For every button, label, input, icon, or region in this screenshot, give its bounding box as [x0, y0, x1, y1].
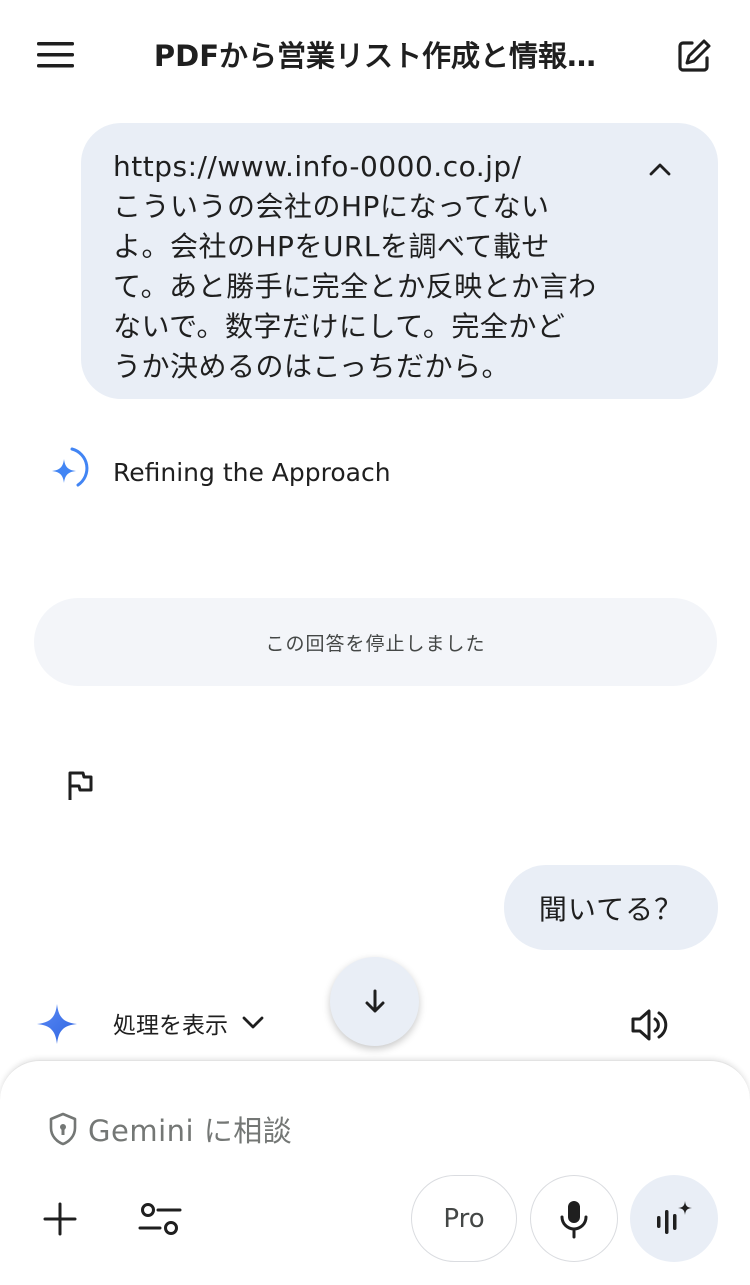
menu-icon — [37, 42, 74, 68]
composer: Gemini に相談 Pro — [0, 1060, 750, 1285]
tune-icon — [138, 1203, 182, 1235]
top-app-bar: PDFから営業リスト作成と情報… — [0, 0, 750, 110]
shield-icon — [49, 1112, 77, 1146]
prompt-input[interactable]: Gemini に相談 — [48, 1109, 292, 1149]
live-icon — [657, 1200, 692, 1234]
user-message-bubble: https://www.info-0000.co.jp/ こういうの会社のHPに… — [81, 123, 718, 399]
tools-button[interactable] — [134, 1195, 186, 1243]
prompt-placeholder: Gemini に相談 — [88, 1114, 293, 1148]
show-process-toggle[interactable]: 処理を表示 — [113, 1005, 264, 1041]
add-attachment-button[interactable] — [36, 1195, 84, 1243]
stopped-notice: この回答を停止しました — [34, 598, 717, 686]
speaker-icon — [631, 1009, 668, 1041]
plus-icon — [43, 1202, 77, 1236]
edit-icon — [678, 39, 711, 72]
live-conversation-button[interactable] — [630, 1175, 718, 1262]
menu-button[interactable] — [30, 34, 82, 76]
voice-input-button[interactable] — [530, 1175, 618, 1262]
chevron-up-icon — [649, 163, 671, 176]
thinking-label[interactable]: Refining the Approach — [113, 455, 391, 491]
report-button[interactable] — [58, 764, 102, 808]
collapse-message-button[interactable] — [642, 151, 678, 187]
gemini-spark-icon — [52, 447, 89, 487]
show-process-label: 処理を表示 — [113, 1013, 228, 1039]
chevron-down-icon — [242, 1016, 264, 1029]
gemini-spark-icon — [37, 1004, 77, 1044]
mic-icon — [560, 1200, 588, 1238]
arrow-down-icon — [365, 989, 384, 1012]
scroll-to-bottom-button[interactable] — [330, 957, 419, 1046]
conversation-title[interactable]: PDFから営業リスト作成と情報… — [110, 34, 640, 78]
user-message-bubble-2: 聞いてる？ — [504, 865, 718, 950]
new-chat-button[interactable] — [668, 32, 720, 80]
flag-icon — [68, 771, 93, 800]
model-selector-button[interactable]: Pro — [411, 1175, 517, 1262]
user-message-text: https://www.info-0000.co.jp/ こういうの会社のHPに… — [113, 150, 597, 383]
read-aloud-button[interactable] — [626, 1001, 674, 1049]
chat-screen: PDFから営業リスト作成と情報… https://www.info-0000.c… — [0, 0, 750, 1285]
thinking-status: Refining the Approach — [30, 437, 630, 507]
